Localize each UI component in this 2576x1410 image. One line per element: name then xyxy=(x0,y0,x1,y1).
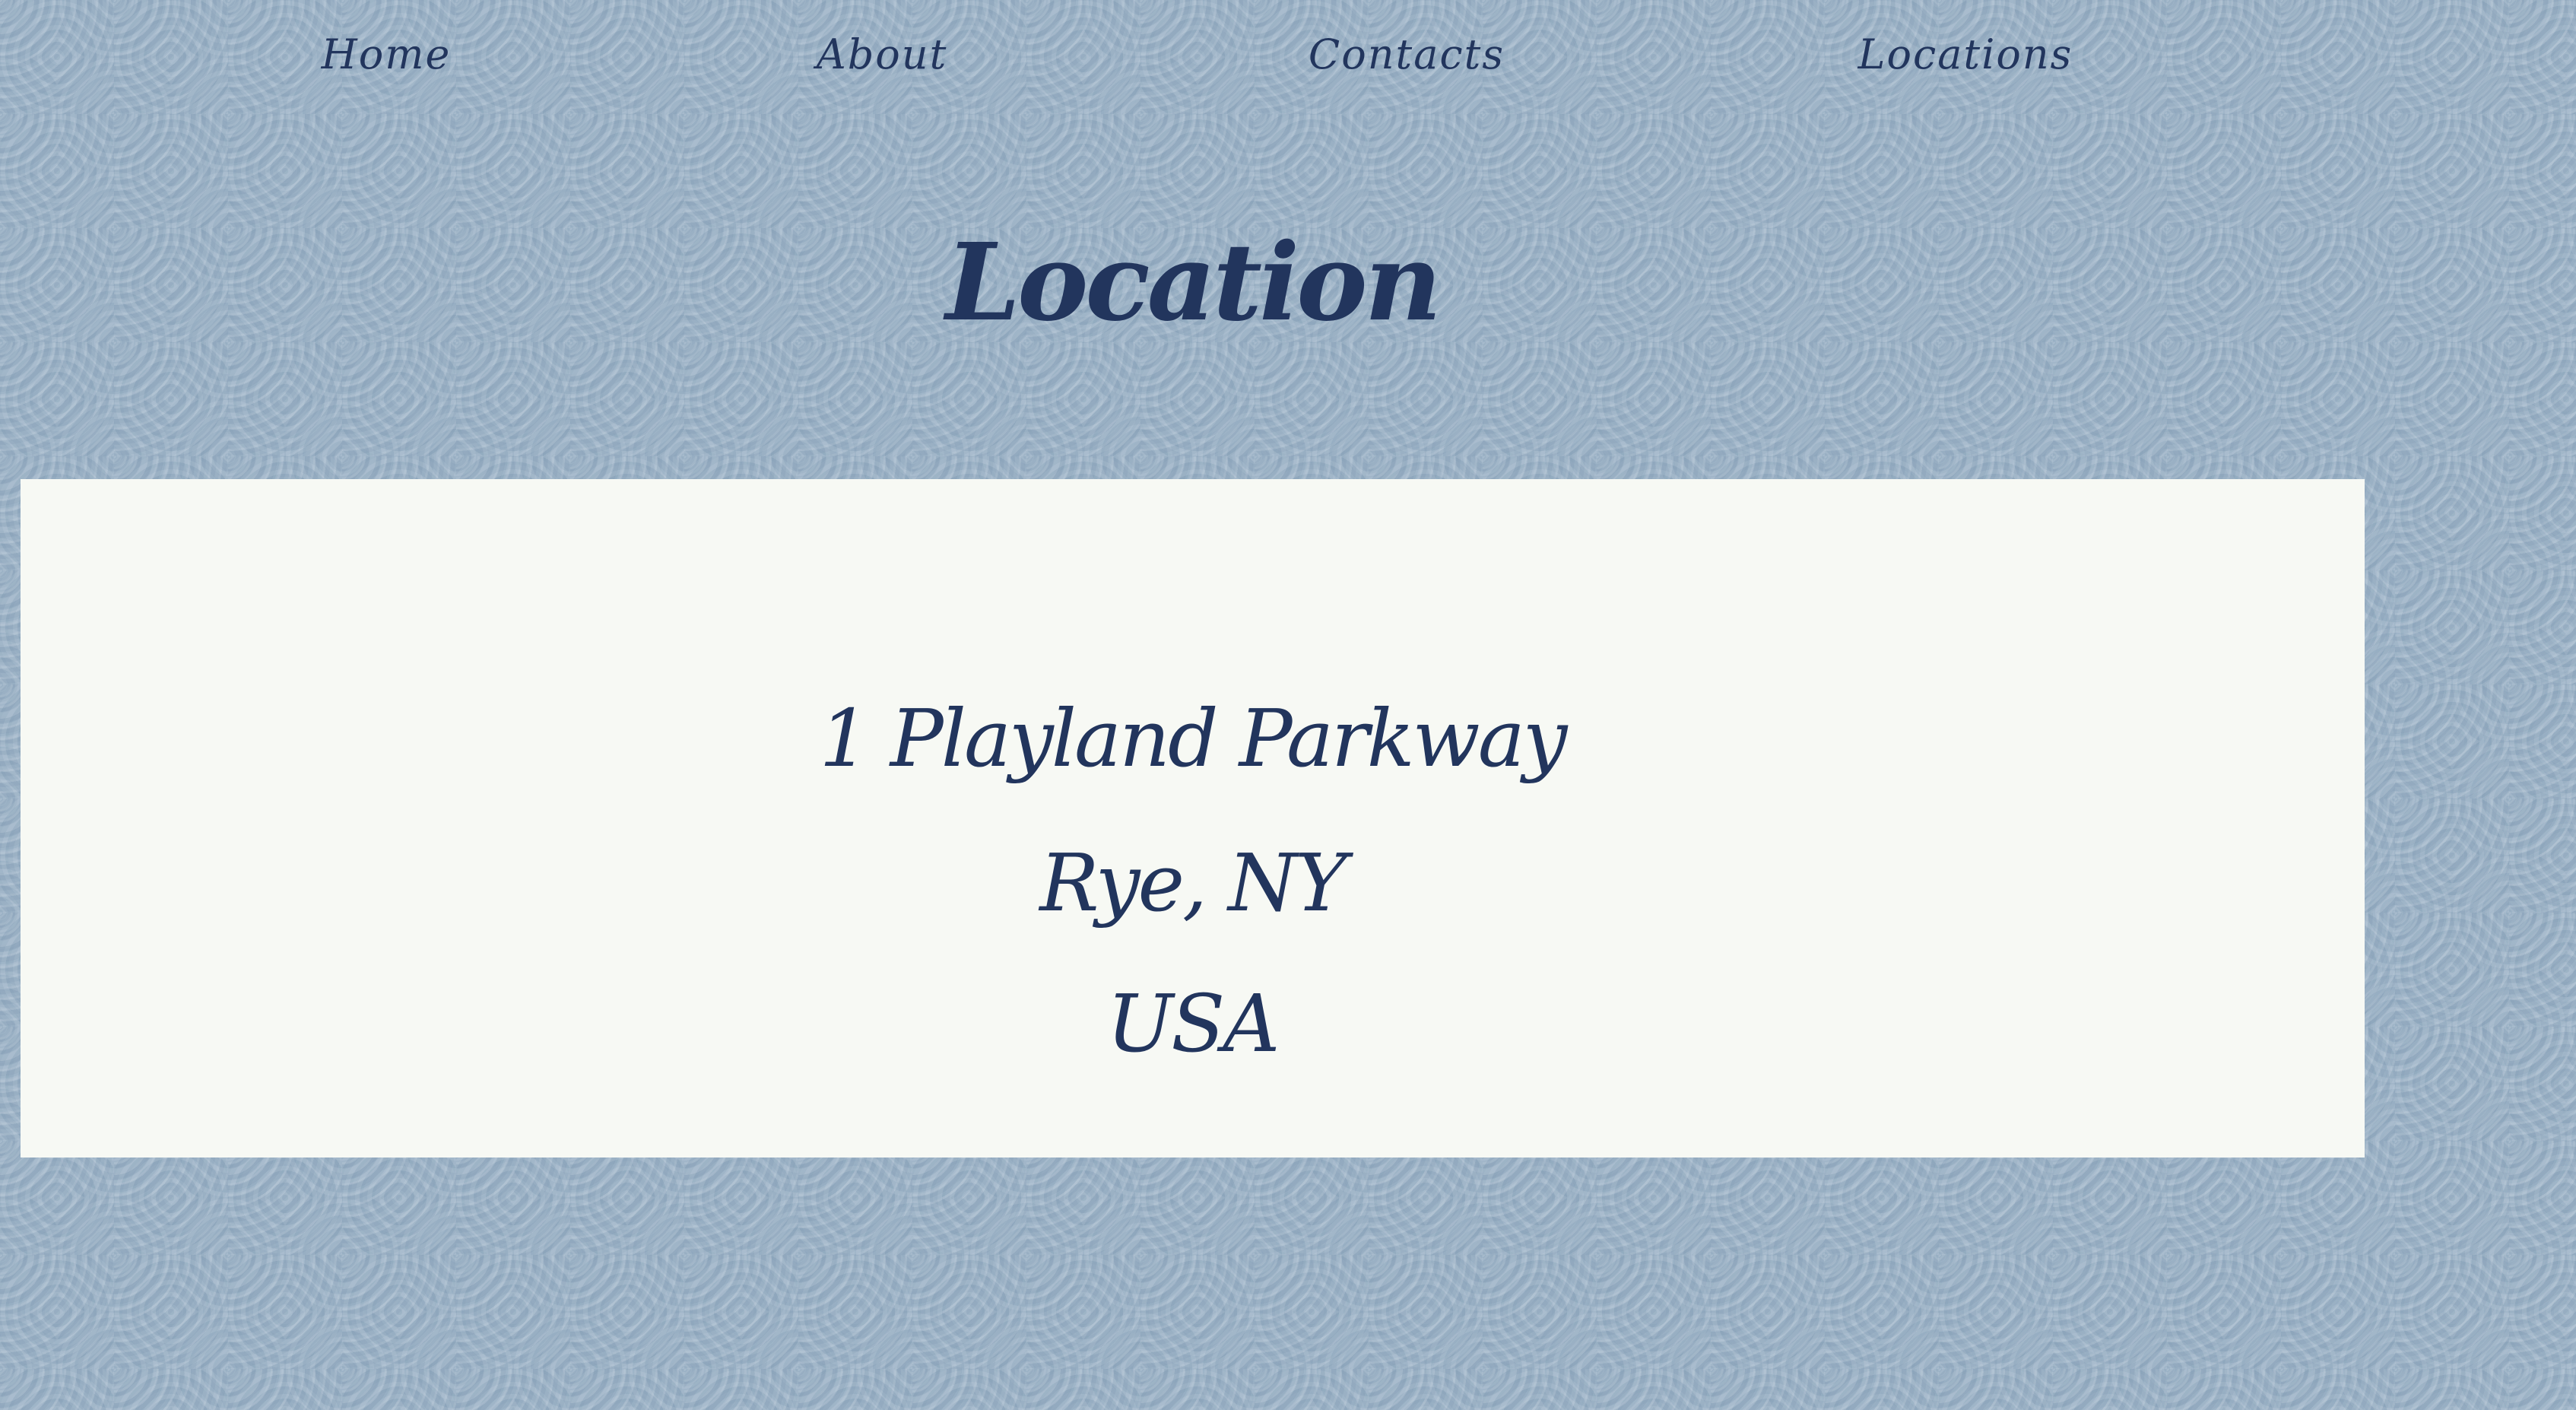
address-panel: 1 Playland Parkway Rye, NY USA xyxy=(21,479,2365,1158)
nav-link-locations[interactable]: Locations xyxy=(1858,30,2073,78)
nav-link-home[interactable]: Home xyxy=(322,30,452,78)
address-country: USA xyxy=(1106,977,1280,1070)
page: { "nav": { "items": [ {"label": "Home"},… xyxy=(0,0,2576,1410)
address-street: 1 Playland Parkway xyxy=(819,692,1568,785)
page-title: Location xyxy=(945,221,1442,345)
top-nav: Home About Contacts Locations xyxy=(0,30,2576,91)
address-city-state: Rye, NY xyxy=(1039,837,1347,929)
nav-link-contacts[interactable]: Contacts xyxy=(1309,30,1505,78)
nav-link-about[interactable]: About xyxy=(817,30,948,78)
